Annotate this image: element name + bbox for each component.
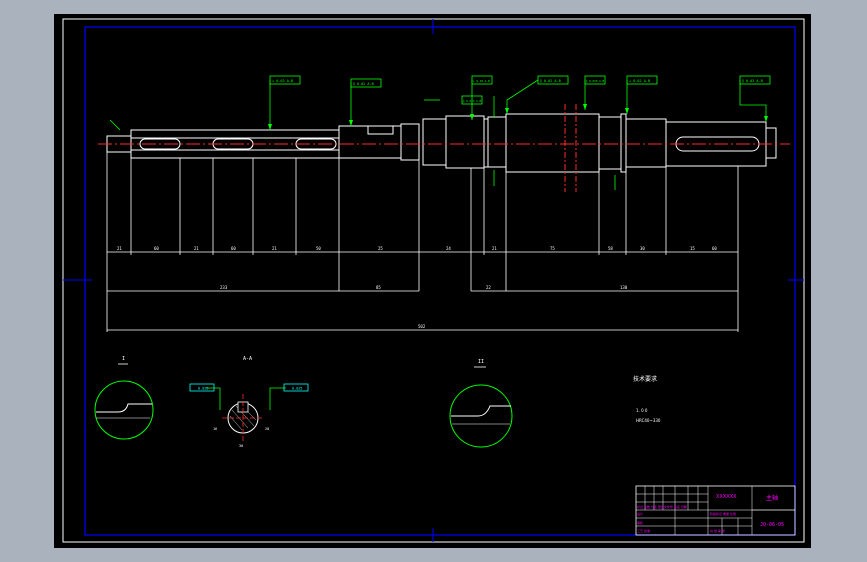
svg-text:0.025: 0.025 (292, 387, 303, 391)
svg-text:∥ 0.025 A-B: ∥ 0.025 A-B (463, 99, 482, 103)
dim-r1-6: 25 (378, 246, 383, 251)
dim-r1-4: 21 (272, 246, 277, 251)
dim-r1-1: 60 (154, 246, 159, 251)
dim-total: 502 (418, 324, 426, 329)
svg-text:A-A: A-A (243, 356, 252, 362)
svg-text:∥ 0.03 A-B: ∥ 0.03 A-B (742, 78, 763, 83)
svg-text:HRC40~330: HRC40~330 (636, 418, 661, 423)
dim-r1-7: 24 (446, 246, 451, 251)
svg-text:II: II (478, 359, 484, 365)
title-scale: 阶段标记 重量 比例 (710, 511, 736, 516)
drawing-sheet (54, 14, 811, 548)
dim-r2-2: 22 (486, 285, 491, 290)
title-drawing-no: JQ-06-05 (760, 522, 784, 528)
drawing-canvas: 21 60 21 60 21 50 25 24 21 75 58 30 15 6… (54, 14, 811, 548)
title-row-d: 工艺 批准 (637, 528, 650, 533)
svg-text:1. 0 0: 1. 0 0 (636, 408, 648, 413)
title-sheet: 共 张 第 张 (710, 528, 725, 533)
title-row-a: 标记 处数 分区 更改文件号 签名 日期 (637, 504, 687, 509)
title-row-c: 审核 (637, 520, 643, 525)
svg-text:⊥ 0.02 A-B: ⊥ 0.02 A-B (473, 79, 490, 83)
dim-r1-3: 60 (231, 246, 236, 251)
dim-r1-2: 21 (194, 246, 199, 251)
dim-r1-12: 15 (690, 246, 695, 251)
title-row-b: 设计 (637, 511, 643, 516)
svg-text:16: 16 (213, 427, 217, 431)
title-school: XXXXXX (716, 494, 737, 500)
dim-r1-8: 21 (492, 246, 497, 251)
dim-r1-10: 58 (608, 246, 613, 251)
cad-viewport: 21 60 21 60 21 50 25 24 21 75 58 30 15 6… (0, 0, 867, 562)
dim-r2-1: 85 (376, 285, 381, 290)
dim-r2-0: 233 (220, 285, 228, 290)
svg-text:28: 28 (265, 427, 269, 431)
svg-text:0.025: 0.025 (198, 387, 209, 391)
title-name: 主轴 (766, 494, 778, 502)
svg-text:⊥ 0.02 A-B: ⊥ 0.02 A-B (629, 79, 650, 83)
dim-r1-13: 60 (712, 246, 717, 251)
dim-r2-3: 130 (620, 285, 628, 290)
svg-text:30: 30 (239, 444, 243, 448)
dim-r1-11: 30 (640, 246, 645, 251)
svg-text:∥ 0.02 A-B: ∥ 0.02 A-B (353, 81, 374, 86)
svg-text:∥ 0.02 A-B: ∥ 0.02 A-B (540, 78, 561, 83)
svg-text:∥ 0.025 A-B: ∥ 0.025 A-B (586, 79, 605, 83)
dim-r1-9: 75 (550, 246, 555, 251)
svg-text:I: I (122, 356, 125, 362)
dim-r1-0: 21 (117, 246, 122, 251)
svg-text:技术要求: 技术要求 (633, 375, 657, 383)
svg-text:⊥ 0.03 A-B: ⊥ 0.03 A-B (272, 79, 293, 83)
dim-r1-5: 50 (316, 246, 321, 251)
